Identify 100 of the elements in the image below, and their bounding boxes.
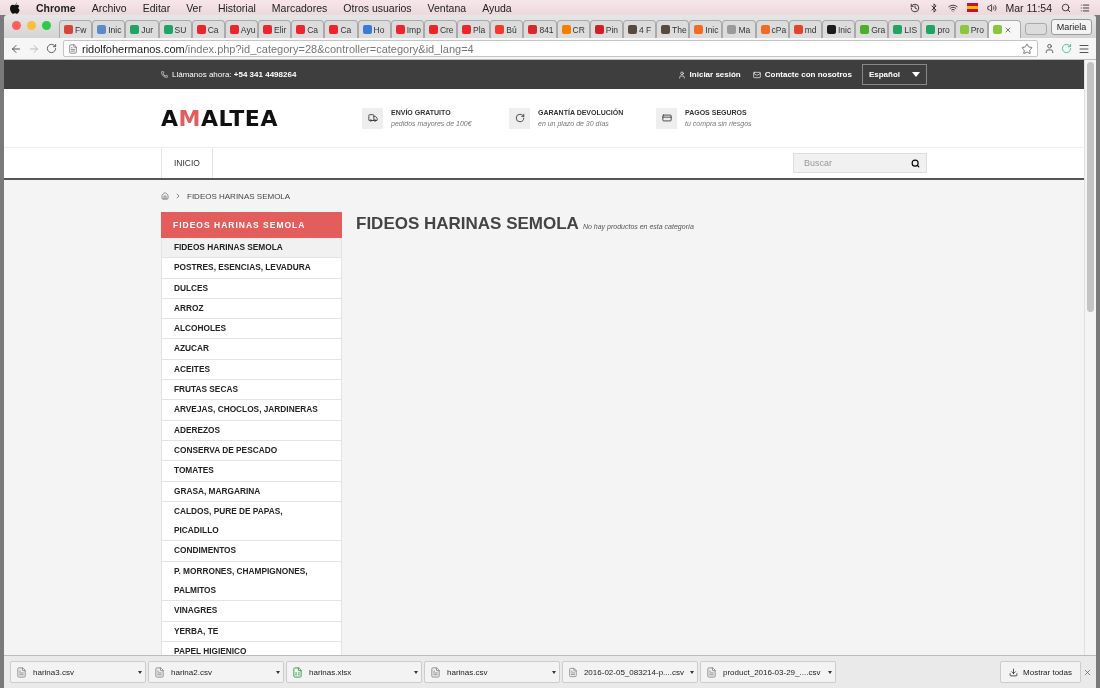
category-link[interactable]: P. MORRONES, CHAMPIGNONES, PALMITOS	[161, 561, 342, 602]
menu-item[interactable]: Editar	[142, 1, 171, 14]
wifi-icon[interactable]	[947, 2, 958, 13]
browser-tab[interactable]: md	[788, 20, 822, 38]
category-link[interactable]: POSTRES, ESENCIAS, LEVADURA	[161, 258, 342, 279]
download-item[interactable]: harina2.csv	[148, 661, 284, 683]
browser-tab[interactable]: Jur	[125, 20, 159, 38]
file-icon	[568, 666, 578, 678]
bookmark-star-icon[interactable]	[1021, 42, 1033, 55]
browser-tab[interactable]: Inic	[821, 20, 856, 38]
category-link[interactable]: DULCES	[161, 278, 342, 299]
browser-tab[interactable]: Ma	[722, 20, 756, 38]
back-icon[interactable]	[10, 42, 22, 55]
browser-tab[interactable]: Elir	[258, 20, 292, 38]
search-input[interactable]: Buscar	[802, 157, 911, 169]
phone-text: Llámanos ahora: +54 341 4498264	[161, 70, 297, 79]
browser-tab[interactable]: Inic	[689, 20, 723, 38]
apple-icon[interactable]	[10, 1, 20, 14]
category-link[interactable]: FIDEOS HARINAS SEMOLA	[161, 238, 342, 259]
browser-tab[interactable]: 841	[523, 20, 557, 38]
menu-item[interactable]: Ayuda	[482, 1, 512, 14]
caret-icon[interactable]	[414, 670, 418, 674]
extension-icon[interactable]	[1044, 43, 1055, 54]
menu-app-name[interactable]: Chrome	[36, 1, 76, 14]
close-icon[interactable]	[1083, 667, 1092, 677]
browser-tab[interactable]: Cre	[423, 20, 458, 38]
download-item[interactable]: harinas.csv	[424, 661, 560, 683]
category-link[interactable]: YERBA, TE	[161, 621, 342, 642]
menu-item[interactable]: Historial	[217, 1, 256, 14]
browser-tab[interactable]: Bú	[490, 20, 524, 38]
menu-item[interactable]: Ver	[186, 1, 202, 14]
browser-tab[interactable]: Imp	[390, 20, 424, 38]
search-icon[interactable]	[1061, 2, 1071, 13]
refresh-icon	[509, 107, 530, 129]
address-bar[interactable]: ridolfohermanos.com/index.php?id_category=28&controller=category&id_lang=4	[63, 40, 1038, 57]
scrollbar-thumb[interactable]	[1087, 62, 1094, 312]
browser-tab[interactable]: Gra	[855, 20, 889, 38]
category-link[interactable]: ALCOHOLES	[161, 319, 342, 340]
browser-tab[interactable]: Ayu	[224, 20, 259, 38]
browser-tab[interactable]: SU	[158, 20, 192, 38]
menu-item[interactable]: Marcadores	[271, 1, 328, 14]
category-link[interactable]: GRASA, MARGARINA	[161, 481, 342, 502]
clock[interactable]: Mar 11:54	[1005, 1, 1052, 14]
contact-link[interactable]: Contacte con nosotros	[752, 70, 852, 79]
download-item[interactable]: harinas.xlsx	[286, 661, 422, 683]
browser-tab[interactable]: pro	[921, 20, 955, 38]
category-link[interactable]: CALDOS, PURE DE PAPAS, PICADILLO	[161, 501, 342, 542]
reload-icon[interactable]	[46, 43, 57, 54]
category-link[interactable]: FRUTAS SECAS	[161, 380, 342, 401]
browser-tab[interactable]: Pin	[589, 20, 623, 38]
category-link[interactable]: CONDIMENTOS	[161, 541, 342, 562]
profile-button[interactable]: Mariela	[1050, 19, 1093, 35]
browser-tab[interactable]: Ho	[357, 20, 391, 38]
browser-tab[interactable]: CR	[556, 20, 590, 38]
browser-tab[interactable]: Inic	[92, 20, 126, 38]
login-link[interactable]: Iniciar sesión	[677, 70, 741, 79]
caret-icon[interactable]	[276, 670, 280, 674]
close-icon[interactable]	[1003, 25, 1012, 34]
caret-icon[interactable]	[552, 670, 556, 674]
category-link[interactable]: TOMATES	[161, 461, 342, 482]
browser-tab[interactable]: 4 F	[622, 20, 657, 38]
browser-tab[interactable]: cPa	[755, 20, 789, 38]
browser-tab[interactable]: Fw	[59, 20, 93, 38]
browser-tab[interactable]: Ca	[291, 20, 325, 38]
flag-icon[interactable]	[966, 3, 978, 12]
download-item[interactable]: 2016-02-05_083214-p....csv	[562, 661, 698, 683]
category-link[interactable]: ARVEJAS, CHOCLOS, JARDINERAS	[161, 400, 342, 421]
download-item[interactable]: product_2016-03-29_....csv	[700, 661, 836, 683]
caret-icon[interactable]	[690, 670, 694, 674]
category-link[interactable]: CONSERVA DE PESCADO	[161, 440, 342, 462]
caret-icon[interactable]	[138, 670, 142, 674]
category-link[interactable]: ARROZ	[161, 298, 342, 320]
logo[interactable]: AMALTEA	[161, 105, 362, 131]
category-link[interactable]: ACEITES	[161, 359, 342, 381]
category-link[interactable]: ADEREZOS	[161, 420, 342, 441]
category-link[interactable]: VINAGRES	[161, 601, 342, 622]
browser-tab[interactable]: Ca	[324, 20, 358, 38]
category-link[interactable]: AZUCAR	[161, 339, 342, 360]
search-field[interactable]: Buscar	[793, 153, 927, 173]
search-icon[interactable]	[911, 158, 920, 168]
bluetooth-icon[interactable]	[928, 2, 939, 13]
browser-tab[interactable]: Pro	[954, 20, 988, 38]
history-icon[interactable]	[909, 2, 920, 13]
menu-item[interactable]: Archivo	[91, 1, 127, 14]
browser-tab[interactable]: Pla	[457, 20, 491, 38]
menu-icon[interactable]	[1078, 42, 1090, 55]
show-all-button[interactable]: Mostrar todas	[1000, 661, 1081, 683]
list-icon[interactable]	[1080, 2, 1090, 13]
browser-tab[interactable]: LIS	[888, 20, 922, 38]
menu-item[interactable]: Otros usuarios	[343, 1, 412, 14]
browser-tab[interactable]: The	[656, 20, 690, 38]
volume-icon[interactable]	[986, 2, 997, 13]
browser-tab[interactable]: Ca	[191, 20, 225, 38]
download-item[interactable]: harina3.csv	[10, 661, 146, 683]
truck-icon	[362, 107, 383, 129]
home-icon[interactable]	[161, 192, 169, 200]
caret-icon[interactable]	[828, 670, 832, 674]
nav-link[interactable]: INICIO	[161, 148, 213, 178]
menu-item[interactable]: Ventana	[427, 1, 467, 14]
language-select[interactable]: Español	[861, 64, 927, 85]
